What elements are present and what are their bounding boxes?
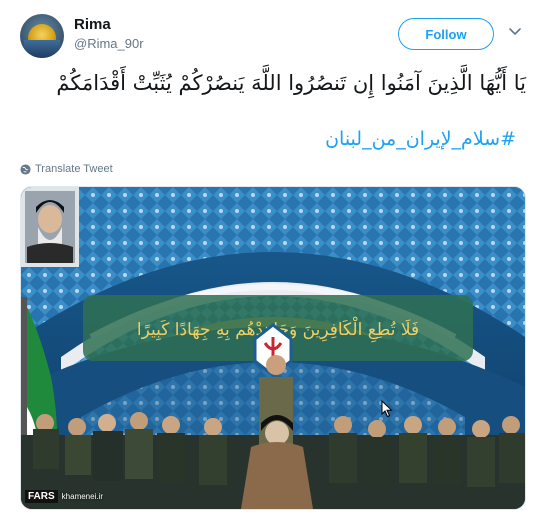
tweet-text: يَا أَيُّهَا الَّذِينَ آمَنُوا إِن تَنصُ… (56, 71, 526, 95)
chevron-down-icon[interactable] (508, 24, 522, 38)
follow-button[interactable]: Follow (398, 18, 494, 50)
translate-tweet-link[interactable]: Translate Tweet (20, 162, 113, 176)
hashtag-link[interactable]: #سلام_لإيران_من_لبنان (325, 128, 516, 150)
media-watermark: FARS khamenei.ir (25, 490, 103, 503)
user-name[interactable]: Rima (74, 16, 111, 33)
user-handle[interactable]: @Rima_90r (74, 36, 144, 51)
tweet-card: Rima @Rima_90r Follow يَا أَيُّهَا الَّذ… (0, 0, 548, 531)
avatar[interactable] (20, 14, 64, 58)
watermark-site: khamenei.ir (61, 492, 104, 501)
photo-scene: فَلَا تُطِعِ الْكَافِرِينَ وَجَاهِدْهُم … (21, 187, 525, 509)
tweet-photo[interactable]: فَلَا تُطِعِ الْكَافِرِينَ وَجَاهِدْهُم … (20, 186, 526, 510)
avatar-base (24, 40, 60, 58)
mouse-pointer-icon (381, 400, 393, 418)
fars-logo: FARS (25, 490, 58, 503)
translate-label: Translate Tweet (35, 163, 113, 175)
globe-icon (20, 163, 31, 175)
